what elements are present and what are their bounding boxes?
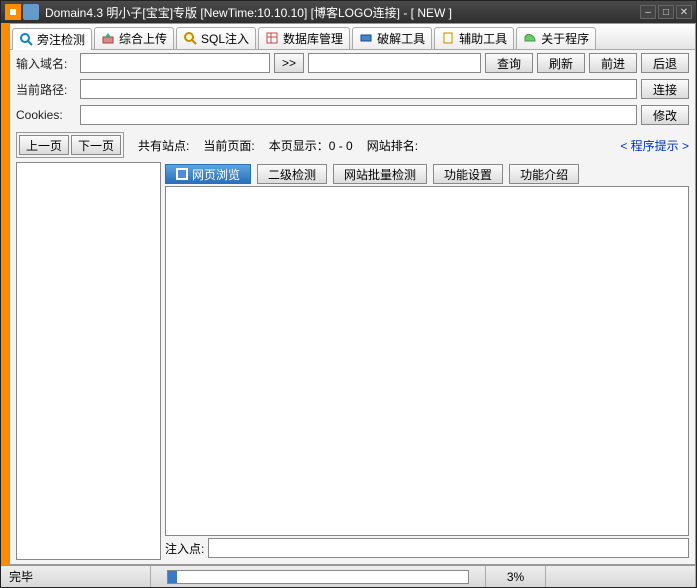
cookies-label: Cookies: — [16, 108, 76, 122]
app-icon — [5, 4, 21, 20]
progress-bar — [167, 570, 469, 584]
input-domain-label: 输入域名: — [16, 55, 76, 72]
connect-button[interactable]: 连接 — [641, 79, 689, 99]
stats-row: 上一页 下一页 共有站点: 当前页面: 本页显示：0 - 0 网站排名: < 程… — [10, 128, 695, 162]
sub-tabbar: 网页浏览 二级检测 网站批量检测 功能设置 功能介绍 — [165, 162, 689, 186]
status-text: 完毕 — [1, 566, 151, 587]
cookies-row: Cookies: 修改 — [10, 102, 695, 128]
status-bar: 完毕 3% — [1, 565, 696, 587]
main-tabbar: 旁注检测 综合上传 SQL注入 数据库管理 破解工具 — [10, 24, 695, 50]
domain-input[interactable] — [80, 53, 270, 73]
tab-label: 破解工具 — [377, 30, 425, 47]
search-icon — [183, 31, 197, 45]
database-icon — [265, 31, 279, 45]
subtab-settings[interactable]: 功能设置 — [433, 164, 503, 184]
tab-database[interactable]: 数据库管理 — [258, 27, 350, 49]
window-title: Domain4.3 明小子[宝宝]专版 [NewTime:10.10.10] [… — [45, 4, 640, 21]
subtab-label: 网页浏览 — [192, 166, 240, 183]
current-page-label: 当前页面: — [203, 137, 254, 154]
note-icon — [441, 31, 455, 45]
subtab-level2[interactable]: 二级检测 — [257, 164, 327, 184]
tab-about[interactable]: 关于程序 — [516, 27, 596, 49]
subtab-browse[interactable]: 网页浏览 — [165, 164, 251, 184]
refresh-button[interactable]: 刷新 — [537, 53, 585, 73]
tab-label: 辅助工具 — [459, 30, 507, 47]
inject-point-input[interactable] — [208, 538, 689, 558]
tab-label: 关于程序 — [541, 30, 589, 47]
total-sites-label: 共有站点: — [138, 137, 189, 154]
tab-upload[interactable]: 综合上传 — [94, 27, 174, 49]
status-right — [546, 566, 696, 587]
prev-page-button[interactable]: 上一页 — [19, 135, 69, 155]
go-button[interactable]: >> — [274, 53, 304, 73]
next-page-button[interactable]: 下一页 — [71, 135, 121, 155]
query-button[interactable]: 查询 — [485, 53, 533, 73]
tool-icon — [359, 31, 373, 45]
info-icon — [523, 31, 537, 45]
subtab-intro[interactable]: 功能介绍 — [509, 164, 579, 184]
mid-row: 网页浏览 二级检测 网站批量检测 功能设置 功能介绍 注入点: — [10, 162, 695, 564]
tab-label: 旁注检测 — [37, 31, 85, 48]
minimize-button[interactable]: – — [640, 5, 656, 19]
app-window: Domain4.3 明小子[宝宝]专版 [NewTime:10.10.10] [… — [0, 0, 697, 588]
program-hint-link[interactable]: < 程序提示 > — [620, 137, 689, 154]
page-display-label: 本页显示：0 - 0 — [269, 137, 353, 154]
left-strip — [1, 23, 9, 565]
path-input[interactable] — [80, 79, 637, 99]
tab-injection-detect[interactable]: 旁注检测 — [12, 28, 92, 50]
domain-row: 输入域名: >> 查询 刷新 前进 后退 — [10, 50, 695, 76]
cookies-input[interactable] — [80, 105, 637, 125]
magnifier-icon — [19, 32, 33, 46]
current-path-label: 当前路径: — [16, 81, 76, 98]
inject-point-label: 注入点: — [165, 540, 204, 557]
tab-label: 综合上传 — [119, 30, 167, 47]
tab-sql-inject[interactable]: SQL注入 — [176, 27, 256, 49]
inject-row: 注入点: — [165, 536, 689, 560]
tab-aux[interactable]: 辅助工具 — [434, 27, 514, 49]
tab-crack[interactable]: 破解工具 — [352, 27, 432, 49]
close-button[interactable]: ✕ — [676, 5, 692, 19]
progress-percent: 3% — [486, 566, 546, 587]
path-row: 当前路径: 连接 — [10, 76, 695, 102]
site-list-pane[interactable] — [16, 162, 161, 560]
app-icon-2 — [23, 4, 39, 20]
browser-area[interactable] — [165, 186, 689, 536]
maximize-button[interactable]: □ — [658, 5, 674, 19]
progress-fill — [168, 571, 177, 583]
tab-label: 数据库管理 — [283, 30, 343, 47]
back-button[interactable]: 后退 — [641, 53, 689, 73]
browse-icon — [176, 168, 188, 180]
url-input[interactable] — [308, 53, 481, 73]
forward-button[interactable]: 前进 — [589, 53, 637, 73]
site-rank-label: 网站排名: — [367, 137, 418, 154]
tab-label: SQL注入 — [201, 30, 249, 47]
subtab-batch[interactable]: 网站批量检测 — [333, 164, 427, 184]
upload-icon — [101, 31, 115, 45]
modify-button[interactable]: 修改 — [641, 105, 689, 125]
title-bar: Domain4.3 明小子[宝宝]专版 [NewTime:10.10.10] [… — [1, 1, 696, 23]
